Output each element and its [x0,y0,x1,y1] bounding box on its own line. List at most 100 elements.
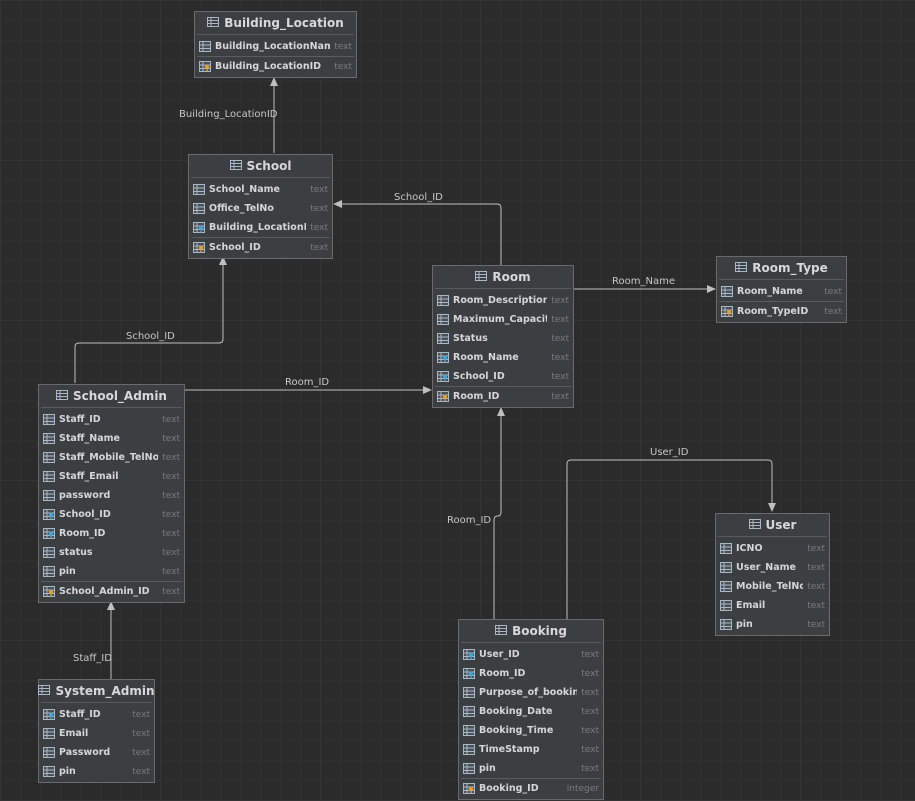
column-name: Email [736,600,766,611]
column-icon [193,184,205,195]
table-icon [475,270,488,284]
column-type: text [334,41,352,52]
table-header[interactable]: Booking [461,620,601,643]
column-row[interactable]: Mobile_TelNo text [716,577,829,596]
column-row[interactable]: Maximum_Capacity text [433,310,573,329]
primary-key-column-icon [463,783,475,794]
table-school-admin[interactable]: School_Admin Staff_ID text Staff_Name text St… [38,384,185,603]
foreign-key-column-icon [463,649,475,660]
column-row[interactable]: Email text [39,724,154,743]
column-row[interactable]: Room_Name text [717,282,846,301]
table-header[interactable]: Room_Type [719,257,844,280]
column-icon [43,433,55,444]
column-name: Status [453,333,488,344]
primary-key-row[interactable]: Building_LocationID text [195,57,356,76]
edge-label-user-id: User_ID [650,447,689,458]
column-row[interactable]: School_ID text [433,367,573,386]
column-name: Room_Name [737,286,803,297]
primary-key-row[interactable]: Room_TypeID text [717,302,846,321]
column-type: text [162,452,180,463]
column-row[interactable]: School_Name text [189,180,332,199]
column-row[interactable]: pin text [716,615,829,634]
column-row[interactable]: status text [39,543,184,562]
column-type: text [581,649,599,660]
table-room[interactable]: Room Room_Description text Maximum_Capacity… [432,265,574,408]
column-row[interactable]: Booking_Time text [459,721,603,740]
column-type: text [807,562,825,573]
column-row[interactable]: ICNO text [716,539,829,558]
column-row[interactable]: Building_LocationName text [195,37,356,56]
column-type: text [162,586,180,597]
column-type: text [551,333,569,344]
primary-key-column-icon [193,242,205,253]
primary-key-column-icon [43,586,55,597]
column-type: text [807,619,825,630]
table-school[interactable]: School School_Name text Office_TelNo text Bui… [188,154,333,259]
arrowhead-building-location [270,77,278,86]
column-type: text [132,709,150,720]
table-header[interactable]: School [191,155,330,178]
column-name: Mobile_TelNo [736,581,804,592]
table-user[interactable]: User ICNO text User_Name text Mobile_TelNo tex… [715,513,830,636]
primary-key-row[interactable]: School_ID text [189,238,332,257]
table-title: System_Admin [55,684,155,698]
column-name: Building_LocationID [209,222,307,233]
table-header[interactable]: System_Admin [38,680,155,703]
column-icon [720,600,732,611]
column-row[interactable]: Purpose_of_booking text [459,683,603,702]
column-name: pin [479,763,496,774]
column-row[interactable]: User_ID text [459,645,603,664]
table-building-location[interactable]: Building_Location Building_LocationName te… [194,11,357,78]
column-name: ICNO [736,543,763,554]
column-row[interactable]: School_ID text [39,505,184,524]
column-icon [43,566,55,577]
table-booking[interactable]: Booking User_ID text Room_ID text Purpose_of_… [458,619,604,800]
table-icon [735,261,748,275]
table-room-type[interactable]: Room_Type Room_Name text Room_TypeID text [716,256,847,323]
edge-label-admin-school-id: School_ID [126,331,175,342]
table-title: Room_Type [752,261,828,275]
column-row[interactable]: Staff_Name text [39,429,184,448]
column-type: text [162,547,180,558]
column-row[interactable]: User_Name text [716,558,829,577]
column-name: Staff_Name [59,433,120,444]
column-row[interactable]: Office_TelNo text [189,199,332,218]
table-system-admin[interactable]: System_Admin Staff_ID text Email text Passwor… [38,679,155,783]
column-row[interactable]: Status text [433,329,573,348]
table-title: User [765,518,797,532]
column-row[interactable]: Room_Description text [433,291,573,310]
column-row[interactable]: Staff_Mobile_TelNo text [39,448,184,467]
column-row[interactable]: Room_Name text [433,348,573,367]
column-row[interactable]: Staff_Email text [39,467,184,486]
table-header[interactable]: Room [435,266,571,289]
column-row[interactable]: TimeStamp text [459,740,603,759]
column-type: text [551,295,569,306]
column-row[interactable]: Email text [716,596,829,615]
column-icon [720,619,732,630]
column-icon [463,706,475,717]
column-row[interactable]: password text [39,486,184,505]
table-title: Booking [512,624,567,638]
table-header[interactable]: User [718,514,827,537]
column-row[interactable]: Room_ID text [459,664,603,683]
column-row[interactable]: pin text [459,759,603,778]
column-row[interactable]: Staff_ID text [39,410,184,429]
column-row[interactable]: Booking_Date text [459,702,603,721]
column-icon [43,747,55,758]
column-row[interactable]: pin text [39,562,184,581]
primary-key-row[interactable]: Room_ID text [433,387,573,406]
column-icon [193,203,205,214]
primary-key-row[interactable]: School_Admin_ID text [39,582,184,601]
column-type: text [162,414,180,425]
column-row[interactable]: Room_ID text [39,524,184,543]
column-type: text [310,222,328,233]
column-row[interactable]: Password text [39,743,154,762]
column-name: Email [59,728,89,739]
column-row[interactable]: Staff_ID text [39,705,154,724]
column-row[interactable]: pin text [39,762,154,781]
table-header[interactable]: Building_Location [197,12,354,35]
primary-key-row[interactable]: Booking_ID integer [459,779,603,798]
column-row[interactable]: Building_LocationID text [189,218,332,237]
table-header[interactable]: School_Admin [41,385,182,408]
foreign-key-column-icon [193,222,205,233]
